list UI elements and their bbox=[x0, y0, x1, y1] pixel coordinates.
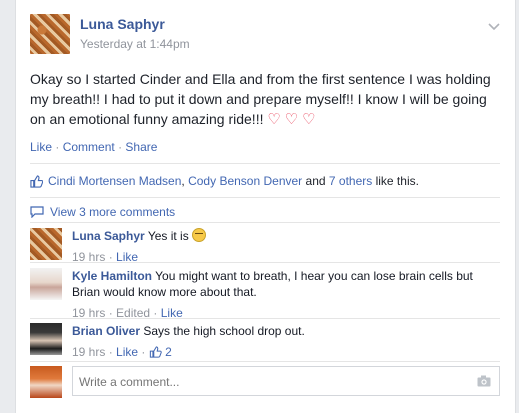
comment-meta: 19 hrs · Like · 2 bbox=[72, 345, 172, 359]
commenter-name[interactable]: Brian Oliver bbox=[72, 324, 140, 338]
post-body: Okay so I started Cinder and Ella and fr… bbox=[30, 69, 500, 130]
comment-like-link[interactable]: Like bbox=[116, 345, 138, 359]
comment-body: Luna Saphyr Yes it is 19 hrs · Like bbox=[72, 228, 492, 265]
likes-comma: , bbox=[181, 174, 185, 188]
thumbs-up-icon bbox=[30, 174, 43, 188]
author-name[interactable]: Luna Saphyr bbox=[80, 16, 165, 32]
post-card: Luna Saphyr Yesterday at 1:44pm Okay so … bbox=[15, 0, 516, 413]
like-link[interactable]: Like bbox=[30, 140, 52, 154]
comment-text: Yes it is bbox=[147, 229, 189, 243]
avatar[interactable] bbox=[30, 268, 62, 300]
avatar bbox=[30, 366, 62, 398]
thumbs-up-icon bbox=[149, 346, 162, 358]
avatar[interactable] bbox=[30, 228, 62, 260]
heart-icon: ♡ bbox=[284, 111, 299, 128]
share-link[interactable]: Share bbox=[125, 140, 157, 154]
divider bbox=[30, 163, 500, 164]
comment-text: You might want to breath, I hear you can… bbox=[155, 269, 473, 283]
separator: · bbox=[55, 140, 60, 154]
commenter-name[interactable]: Kyle Hamilton bbox=[72, 269, 152, 283]
comment-link[interactable]: Comment bbox=[63, 140, 115, 154]
comment-body: Kyle Hamilton You might want to breath, … bbox=[72, 268, 492, 321]
post-text-line: my breath!! I had to put it down and pre… bbox=[30, 91, 487, 107]
view-more-label: View 3 more comments bbox=[50, 205, 176, 219]
heart-icon: ♡ bbox=[267, 111, 281, 128]
author-avatar[interactable] bbox=[30, 14, 70, 54]
liker-link[interactable]: Cindi Mortensen Madsen bbox=[48, 174, 181, 188]
post-header: Luna Saphyr Yesterday at 1:44pm bbox=[30, 14, 500, 64]
camera-icon[interactable] bbox=[477, 375, 491, 387]
divider bbox=[30, 361, 500, 362]
post-timestamp[interactable]: Yesterday at 1:44pm bbox=[80, 37, 190, 51]
comment-input[interactable] bbox=[73, 367, 461, 397]
divider bbox=[30, 318, 500, 319]
post-text-line: on an emotional funny amazing ride!!! ♡ … bbox=[30, 109, 500, 130]
comment-time[interactable]: 19 hrs bbox=[72, 345, 105, 359]
comment-body: Brian Oliver Says the high school drop o… bbox=[72, 323, 492, 360]
separator: · bbox=[118, 140, 123, 154]
chevron-down-icon[interactable] bbox=[488, 20, 502, 34]
likes-summary: Cindi Mortensen Madsen, Cody Benson Denv… bbox=[30, 174, 419, 188]
divider bbox=[30, 262, 500, 263]
comment-like-count[interactable]: 2 bbox=[165, 345, 172, 359]
heart-icon: ♡ bbox=[302, 111, 316, 128]
comment-text: Says the high school drop out. bbox=[143, 324, 305, 338]
divider bbox=[30, 222, 500, 223]
view-more-comments[interactable]: View 3 more comments bbox=[30, 205, 175, 219]
post-text-line: Okay so I started Cinder and Ella and fr… bbox=[30, 71, 491, 87]
avatar[interactable] bbox=[30, 323, 62, 355]
post-actions: Like · Comment · Share bbox=[30, 140, 157, 154]
likes-suffix: like this. bbox=[375, 174, 419, 188]
likes-and: and bbox=[305, 174, 326, 188]
comment-text-line2: Brian would know more about that. bbox=[72, 285, 257, 299]
others-link[interactable]: 7 others bbox=[329, 174, 372, 188]
comment-bubble-icon bbox=[30, 206, 44, 218]
unamused-emoji-icon bbox=[192, 228, 207, 242]
liker-link[interactable]: Cody Benson Denver bbox=[188, 174, 302, 188]
divider bbox=[30, 197, 500, 198]
commenter-name[interactable]: Luna Saphyr bbox=[72, 229, 145, 243]
post-text-line-content: on an emotional funny amazing ride!!! bbox=[30, 111, 264, 127]
comment-input-box[interactable] bbox=[72, 366, 500, 397]
